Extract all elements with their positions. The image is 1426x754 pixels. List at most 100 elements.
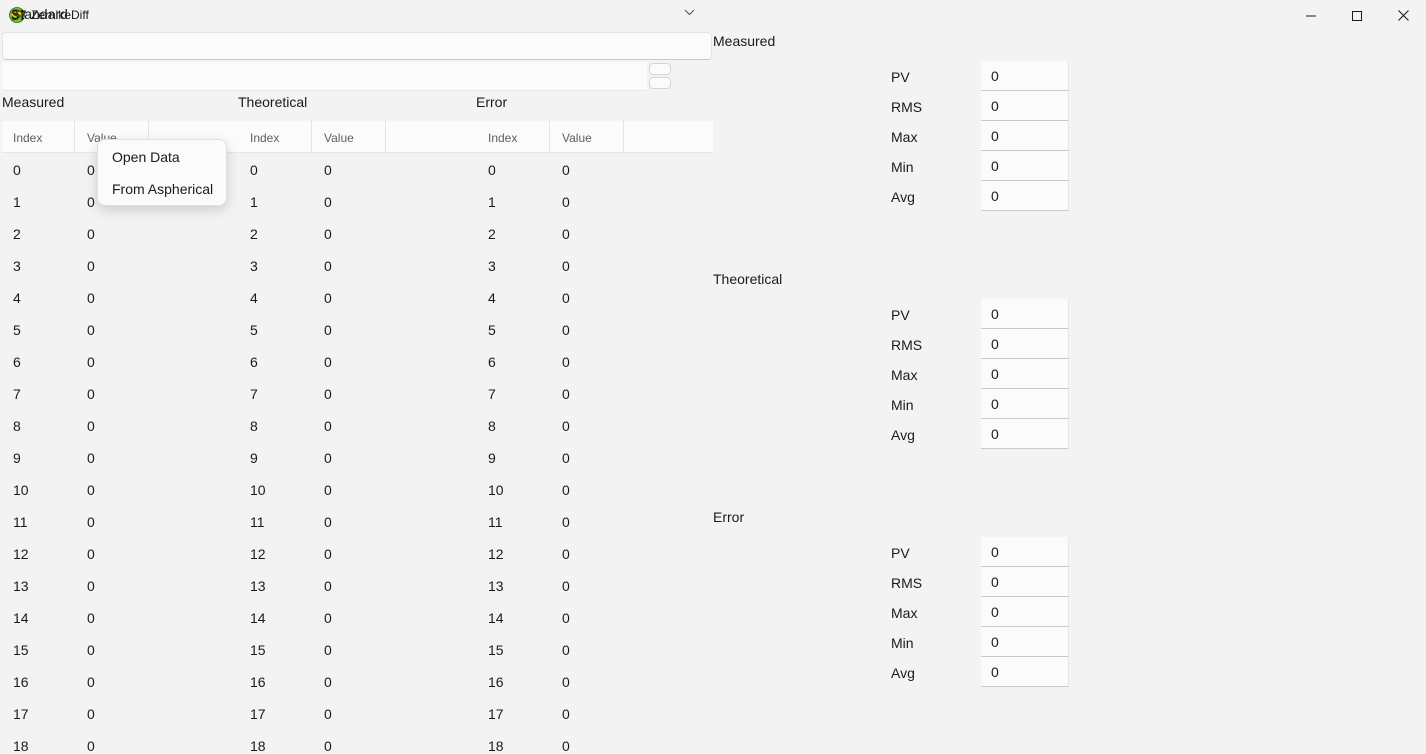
measured-value-cell[interactable]: 0 — [87, 194, 95, 210]
measured-value-cell[interactable]: 0 — [87, 354, 95, 370]
measured-value-cell[interactable]: 0 — [87, 546, 95, 562]
error-value-cell[interactable]: 0 — [562, 354, 570, 370]
measured-value-cell[interactable]: 0 — [87, 226, 95, 242]
error-value-cell[interactable]: 0 — [562, 642, 570, 658]
measured-table-title: Measured — [2, 94, 65, 110]
error-value-cell[interactable]: 0 — [562, 674, 570, 690]
measured-value-cell[interactable]: 0 — [87, 706, 95, 722]
error-index-cell: 17 — [488, 706, 504, 722]
column-divider[interactable] — [385, 121, 386, 152]
chevron-down-icon — [684, 9, 695, 16]
theoretical-value-cell[interactable]: 0 — [324, 482, 332, 498]
theoretical-value-cell[interactable]: 0 — [324, 546, 332, 562]
maximize-button[interactable] — [1334, 0, 1380, 31]
error-value-cell[interactable]: 0 — [562, 386, 570, 402]
error-index-cell: 2 — [488, 226, 496, 242]
column-divider[interactable] — [311, 121, 312, 152]
error-value-cell[interactable]: 0 — [562, 546, 570, 562]
measured-value-cell[interactable]: 0 — [87, 418, 95, 434]
theoretical-index-cell: 16 — [250, 674, 266, 690]
theoretical-value-cell[interactable]: 0 — [324, 162, 332, 178]
title-bar[interactable]: ZernikeDiff — [0, 0, 1426, 32]
theoretical-value-cell[interactable]: 0 — [324, 674, 332, 690]
measured-value-cell[interactable]: 0 — [87, 258, 95, 274]
error-value-cell[interactable]: 0 — [562, 290, 570, 306]
measured-max-label: Max — [891, 129, 918, 145]
error-value-cell[interactable]: 0 — [562, 322, 570, 338]
error-value-cell[interactable]: 0 — [562, 706, 570, 722]
error-value-cell[interactable]: 0 — [562, 450, 570, 466]
error-value-cell[interactable]: 0 — [562, 162, 570, 178]
theoretical-value-cell[interactable]: 0 — [324, 450, 332, 466]
theoretical-rms-value: 0 — [991, 336, 999, 352]
measured-index-cell: 3 — [13, 258, 21, 274]
theoretical-rms-label: RMS — [891, 337, 923, 353]
error-index-cell: 15 — [488, 642, 504, 658]
theoretical-value-header[interactable]: Value — [324, 131, 354, 145]
measured-index-cell: 12 — [13, 546, 29, 562]
theoretical-value-cell[interactable]: 0 — [324, 194, 332, 210]
spin-down-button[interactable] — [649, 77, 671, 89]
measured-value-cell[interactable]: 0 — [87, 674, 95, 690]
error-avg-label: Avg — [891, 665, 915, 681]
spin-up-button[interactable] — [649, 63, 671, 75]
theoretical-index-header[interactable]: Index — [250, 131, 279, 145]
theoretical-index-cell: 15 — [250, 642, 266, 658]
column-divider[interactable] — [623, 121, 624, 152]
error-value-cell[interactable]: 0 — [562, 258, 570, 274]
measured-index-header[interactable]: Index — [13, 131, 42, 145]
menu-item-open-data[interactable]: Open Data — [112, 149, 180, 165]
theoretical-value-cell[interactable]: 0 — [324, 418, 332, 434]
menu-item-from-aspherical[interactable]: From Aspherical — [112, 181, 213, 197]
measured-stats-title: Measured — [713, 33, 776, 49]
close-button[interactable] — [1380, 0, 1426, 31]
measured-index-cell: 4 — [13, 290, 21, 306]
theoretical-value-cell[interactable]: 0 — [324, 610, 332, 626]
theoretical-value-cell[interactable]: 0 — [324, 258, 332, 274]
theoretical-value-cell[interactable]: 0 — [324, 226, 332, 242]
measured-value-cell[interactable]: 0 — [87, 290, 95, 306]
measured-min-value: 0 — [991, 158, 999, 174]
measured-value-cell[interactable]: 0 — [87, 482, 95, 498]
error-value-cell[interactable]: 0 — [562, 514, 570, 530]
theoretical-value-cell[interactable]: 0 — [324, 386, 332, 402]
error-value-cell[interactable]: 0 — [562, 482, 570, 498]
measured-value-cell[interactable]: 0 — [87, 450, 95, 466]
error-value-cell[interactable]: 0 — [562, 194, 570, 210]
measured-value-cell[interactable]: 0 — [87, 162, 95, 178]
column-divider[interactable] — [549, 121, 550, 152]
theoretical-value-cell[interactable]: 0 — [324, 354, 332, 370]
term-count-input[interactable] — [2, 62, 647, 91]
theoretical-index-cell: 3 — [250, 258, 258, 274]
theoretical-value-cell[interactable]: 0 — [324, 642, 332, 658]
error-value-cell[interactable]: 0 — [562, 738, 570, 754]
error-max-label: Max — [891, 605, 918, 621]
column-divider[interactable] — [74, 121, 75, 152]
theoretical-value-cell[interactable]: 0 — [324, 322, 332, 338]
measured-value-cell[interactable]: 0 — [87, 322, 95, 338]
error-value-cell[interactable]: 0 — [562, 610, 570, 626]
error-value-cell[interactable]: 0 — [562, 226, 570, 242]
measured-value-cell[interactable]: 0 — [87, 738, 95, 754]
theoretical-index-cell: 9 — [250, 450, 258, 466]
error-value-header[interactable]: Value — [562, 131, 592, 145]
measured-value-cell[interactable]: 0 — [87, 386, 95, 402]
error-value-cell[interactable]: 0 — [562, 418, 570, 434]
measured-value-cell[interactable]: 0 — [87, 642, 95, 658]
theoretical-value-cell[interactable]: 0 — [324, 738, 332, 754]
error-max-value: 0 — [991, 604, 999, 620]
theoretical-value-cell[interactable]: 0 — [324, 290, 332, 306]
measured-value-cell[interactable]: 0 — [87, 578, 95, 594]
measured-max-value: 0 — [991, 128, 999, 144]
error-min-label: Min — [891, 635, 914, 651]
measured-value-cell[interactable]: 0 — [87, 514, 95, 530]
error-index-header[interactable]: Index — [488, 131, 517, 145]
error-min-value: 0 — [991, 634, 999, 650]
mode-select[interactable] — [2, 32, 712, 60]
measured-value-cell[interactable]: 0 — [87, 610, 95, 626]
theoretical-value-cell[interactable]: 0 — [324, 578, 332, 594]
minimize-button[interactable] — [1288, 0, 1334, 31]
theoretical-value-cell[interactable]: 0 — [324, 706, 332, 722]
theoretical-value-cell[interactable]: 0 — [324, 514, 332, 530]
error-value-cell[interactable]: 0 — [562, 578, 570, 594]
